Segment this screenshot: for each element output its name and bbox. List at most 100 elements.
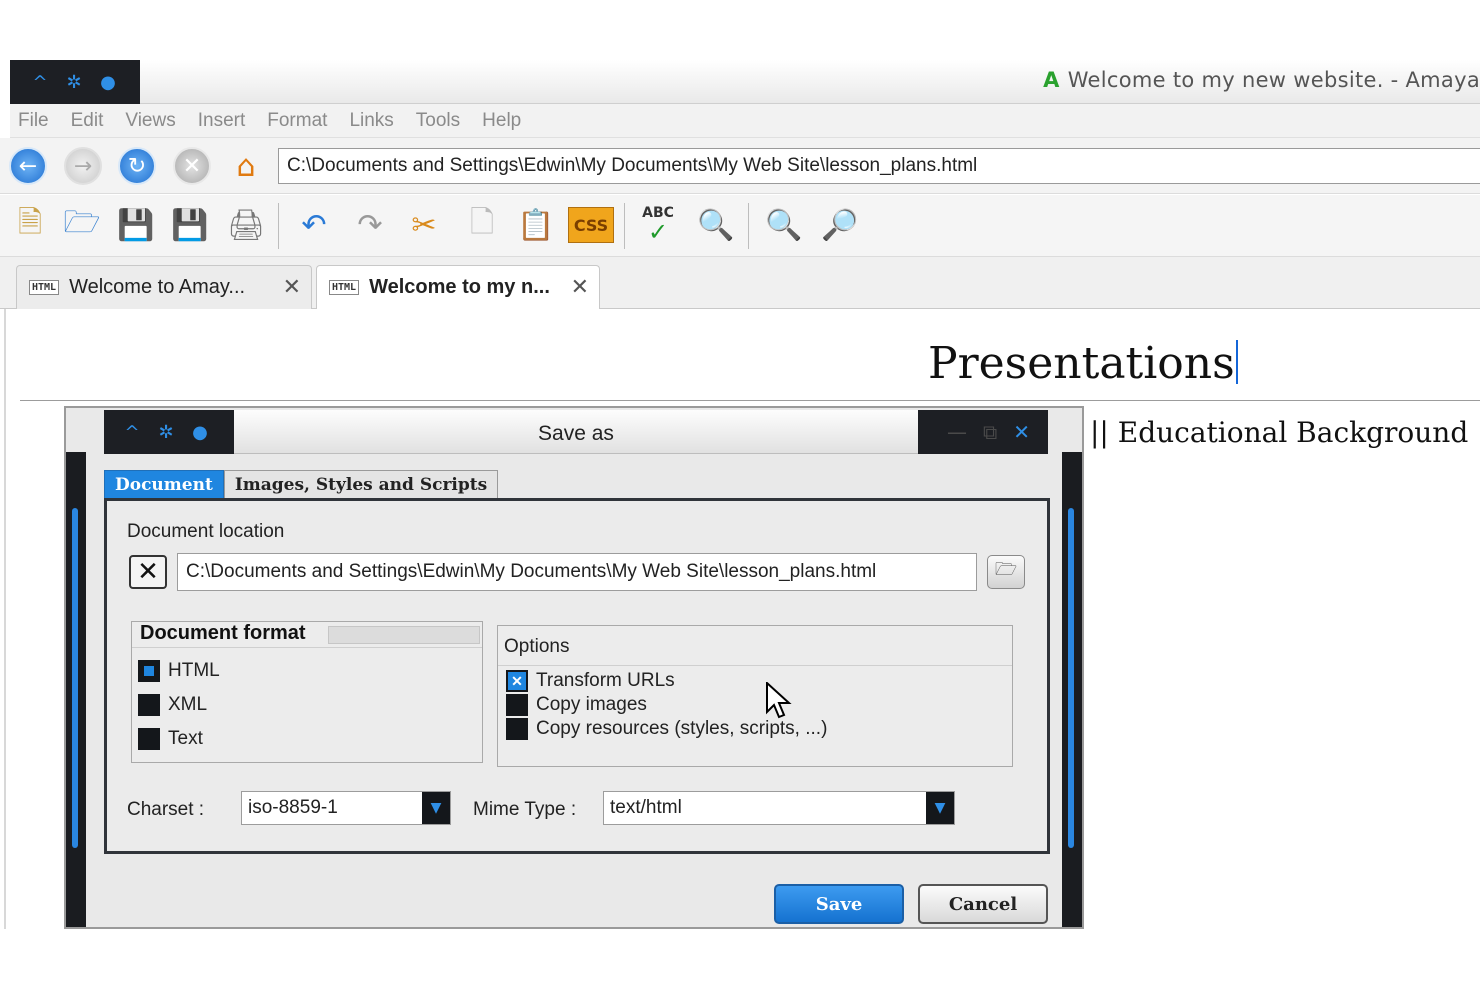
dialog-left-frame (66, 452, 86, 927)
css-icon[interactable]: CSS (568, 207, 614, 243)
html-file-icon: HTML (329, 280, 360, 295)
maximize-icon[interactable]: ⧉ (983, 420, 997, 444)
document-format-header-bar (328, 626, 480, 644)
title-bar: ^ ✲ ● A Welcome to my new website. - Amay… (10, 60, 1480, 104)
toolbar-separator (278, 203, 279, 249)
document-location-label: Document location (127, 521, 285, 542)
charset-label: Charset : (127, 799, 205, 820)
window-title-text: Welcome to my new website. - Amaya (1067, 68, 1480, 92)
checkbox-icon[interactable] (506, 718, 528, 740)
back-icon[interactable]: ← (9, 147, 47, 185)
menu-views[interactable]: Views (125, 110, 175, 132)
options-group: Options ✕ Transform URLs Copy images Cop… (497, 625, 1013, 767)
tab-document[interactable]: Document (104, 470, 224, 498)
paste-icon[interactable]: 📋 (514, 203, 558, 247)
dialog-right-frame (1062, 452, 1082, 927)
undo-icon[interactable]: ↶ (292, 203, 336, 247)
format-option-xml[interactable]: XML (138, 694, 207, 716)
zoom-out-icon[interactable]: 🔎 (818, 203, 862, 247)
options-legend: Options (504, 636, 570, 657)
redo-icon[interactable]: ↷ (348, 203, 392, 247)
cut-icon[interactable]: ✂ (402, 203, 446, 247)
chevron-down-icon[interactable]: ▼ (422, 792, 450, 824)
window-controls: ^ ✲ ● (10, 60, 140, 104)
document-nav-links[interactable]: || Educational Background || Res (1090, 416, 1480, 449)
settings-icon[interactable]: ✲ (156, 422, 176, 443)
document-location-input[interactable]: C:\Documents and Settings\Edwin\My Docum… (177, 553, 977, 591)
rollup-icon[interactable]: ^ (30, 72, 50, 93)
toolbar: 🗎 🗁 💾 💾 🖨 ↶ ↷ ✂ 🗋 📋 CSS ABC ✓ 🔍 🔍 🔎 (0, 195, 1480, 257)
reload-icon[interactable]: ↻ (118, 147, 156, 185)
format-option-html[interactable]: HTML (138, 660, 220, 682)
radio-icon[interactable] (138, 728, 160, 750)
browse-folder-icon[interactable]: 🗁 (987, 555, 1025, 589)
menu-format[interactable]: Format (267, 110, 327, 132)
amaya-logo-icon: A (1043, 68, 1060, 92)
menu-help[interactable]: Help (482, 110, 521, 132)
format-option-label: XML (168, 694, 208, 715)
tab-welcome-my-website[interactable]: HTML Welcome to my n... ✕ (316, 265, 600, 309)
menu-tools[interactable]: Tools (416, 110, 460, 132)
checkbox-checked-icon[interactable]: ✕ (506, 670, 528, 692)
find-icon[interactable]: 🔍 (694, 203, 738, 247)
dialog-tabs: Document Images, Styles and Scripts (104, 470, 499, 498)
menu-bar: File Edit Views Insert Format Links Tool… (10, 104, 1480, 138)
tab-images-styles-scripts[interactable]: Images, Styles and Scripts (223, 470, 499, 498)
close-icon[interactable]: ✕ (571, 275, 589, 300)
format-option-label: HTML (168, 660, 220, 681)
zoom-in-icon[interactable]: 🔍 (762, 203, 806, 247)
checkbox-icon[interactable] (506, 694, 528, 716)
forward-icon[interactable]: → (64, 147, 102, 185)
open-icon[interactable]: 🗁 (60, 203, 104, 247)
clear-location-button[interactable]: ✕ (129, 555, 167, 589)
menu-edit[interactable]: Edit (71, 110, 104, 132)
close-icon[interactable]: ✕ (1013, 420, 1030, 444)
pin-icon[interactable]: ● (190, 422, 210, 443)
menu-insert[interactable]: Insert (198, 110, 246, 132)
toolbar-separator (748, 203, 749, 249)
radio-selected-icon[interactable] (138, 660, 160, 682)
minimize-icon[interactable]: — (947, 420, 967, 444)
tab-label: Welcome to Amay... (69, 276, 246, 298)
spell-check-icon[interactable]: ABC ✓ (636, 203, 680, 247)
check-mark-icon: ✓ (647, 218, 669, 246)
stop-icon[interactable]: ✕ (173, 147, 211, 185)
charset-value: iso-8859-1 (248, 797, 338, 818)
amaya-window: ^ ✲ ● A Welcome to my new website. - Amay… (0, 0, 1480, 987)
print-icon[interactable]: 🖨 (224, 203, 268, 247)
mouse-cursor-icon (766, 682, 792, 719)
options-header: Options (498, 626, 1012, 666)
save-as-icon[interactable]: 💾 (168, 203, 212, 247)
rollup-icon[interactable]: ^ (122, 422, 142, 443)
html-file-icon: HTML (29, 280, 60, 295)
document-format-group: Document format HTML XML Text (131, 621, 483, 763)
copy-icon[interactable]: 🗋 (460, 203, 504, 247)
close-icon[interactable]: ✕ (283, 275, 301, 300)
chevron-down-icon[interactable]: ▼ (926, 792, 954, 824)
format-option-text[interactable]: Text (138, 728, 203, 750)
save-button[interactable]: Save (774, 884, 904, 924)
new-document-icon[interactable]: 🗎 (8, 203, 52, 247)
save-as-dialog: Save as ^ ✲ ● — ⧉ ✕ Document Images, Sty… (64, 406, 1084, 929)
option-transform-urls[interactable]: ✕ Transform URLs (506, 670, 675, 692)
option-copy-images[interactable]: Copy images (506, 694, 647, 716)
option-label: Transform URLs (536, 670, 675, 691)
tab-welcome-amaya[interactable]: HTML Welcome to Amay... ✕ (16, 265, 312, 309)
radio-icon[interactable] (138, 694, 160, 716)
settings-icon[interactable]: ✲ (64, 72, 84, 93)
mime-type-value: text/html (610, 797, 682, 818)
save-icon[interactable]: 💾 (114, 203, 158, 247)
dialog-title-buttons: — ⧉ ✕ (918, 410, 1048, 454)
address-input[interactable]: C:\Documents and Settings\Edwin\My Docum… (278, 148, 1480, 184)
document-heading[interactable]: Presentations (928, 338, 1238, 389)
menu-links[interactable]: Links (349, 110, 393, 132)
tab-label: Welcome to my n... (369, 276, 550, 298)
home-icon[interactable]: ⌂ (227, 147, 265, 185)
mime-type-label: Mime Type : (473, 799, 577, 820)
mime-type-select[interactable]: text/html ▼ (603, 791, 955, 825)
document-format-legend: Document format (140, 622, 306, 644)
charset-select[interactable]: iso-8859-1 ▼ (241, 791, 451, 825)
pin-icon[interactable]: ● (98, 72, 118, 93)
cancel-button[interactable]: Cancel (918, 884, 1048, 924)
menu-file[interactable]: File (18, 110, 49, 132)
